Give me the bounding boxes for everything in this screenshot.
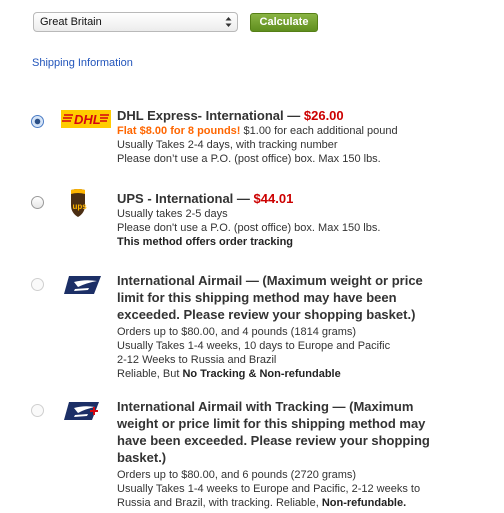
option-title: weight or price limit for this shipping … bbox=[117, 416, 426, 431]
usps-eagle-logo-icon bbox=[61, 270, 111, 300]
dhl-logo-icon: DHL bbox=[61, 104, 111, 134]
option-title: exceeded. Please review your shopping ba… bbox=[117, 307, 416, 322]
calculate-button[interactable]: Calculate bbox=[250, 13, 318, 32]
ups-logo-icon: ups bbox=[61, 188, 111, 218]
usps-airmail-option: International Airmail — (Maximum weight … bbox=[117, 272, 423, 381]
option-detail: Usually takes 2-5 days bbox=[117, 208, 228, 220]
option-title: basket.) bbox=[117, 450, 167, 465]
radio-ups[interactable] bbox=[31, 196, 44, 209]
option-price: $44.01 bbox=[253, 191, 294, 206]
shipping-information-link[interactable]: Shipping Information bbox=[32, 57, 133, 69]
dhl-option: DHL Express- International — $26.00 Flat… bbox=[117, 107, 398, 166]
option-detail: Please don’t use a P.O. (post office) bo… bbox=[117, 153, 381, 165]
option-detail: Orders up to $80.00, and 6 pounds (2720 … bbox=[117, 469, 357, 481]
option-detail: Please don't use a P.O. (post office) bo… bbox=[117, 222, 381, 234]
radio-usps-airmail[interactable] bbox=[31, 278, 44, 291]
option-title: have been exceeded. Please review your s… bbox=[117, 433, 430, 448]
radio-usps-airmail-tracking[interactable] bbox=[31, 404, 44, 417]
option-price: $26.00 bbox=[303, 108, 344, 123]
select-arrows-icon bbox=[225, 17, 232, 27]
option-title: limit for this shipping method may have … bbox=[117, 290, 397, 305]
option-detail: Usually Takes 1-4 weeks, 10 days to Euro… bbox=[117, 340, 391, 352]
option-detail: 2-12 Weeks to Russia and Brazil bbox=[117, 354, 277, 366]
country-select[interactable]: Great Britain bbox=[33, 12, 238, 32]
svg-text:DHL: DHL bbox=[74, 112, 101, 127]
option-detail: Reliable, But No Tracking & Non-refundab… bbox=[117, 368, 341, 380]
usps-eagle-tracking-logo-icon bbox=[61, 396, 111, 426]
svg-text:ups: ups bbox=[73, 202, 88, 211]
option-title: International Airmail with Tracking — (M… bbox=[117, 399, 414, 414]
country-select-value: Great Britain bbox=[40, 16, 102, 28]
option-title: DHL Express- International — $26.00 bbox=[117, 108, 344, 123]
option-detail: Russia and Brazil, with tracking. Reliab… bbox=[117, 497, 407, 509]
option-title: International Airmail — (Maximum weight … bbox=[117, 273, 423, 288]
ups-option: UPS - International — $44.01 Usually tak… bbox=[117, 190, 380, 249]
radio-dhl[interactable] bbox=[31, 115, 44, 128]
usps-airmail-tracking-option: International Airmail with Tracking — (M… bbox=[117, 398, 430, 510]
option-detail: Orders up to $80.00, and 4 pounds (1814 … bbox=[117, 326, 357, 338]
option-promo-line: Flat $8.00 for 8 pounds! $1.00 for each … bbox=[117, 125, 398, 137]
option-detail-bold: This method offers order tracking bbox=[117, 236, 294, 248]
option-title: UPS - International — $44.01 bbox=[117, 191, 294, 206]
option-detail: Usually Takes 1-4 weeks to Europe and Pa… bbox=[117, 483, 421, 495]
option-detail: Usually Takes 2-4 days, with tracking nu… bbox=[117, 139, 338, 151]
